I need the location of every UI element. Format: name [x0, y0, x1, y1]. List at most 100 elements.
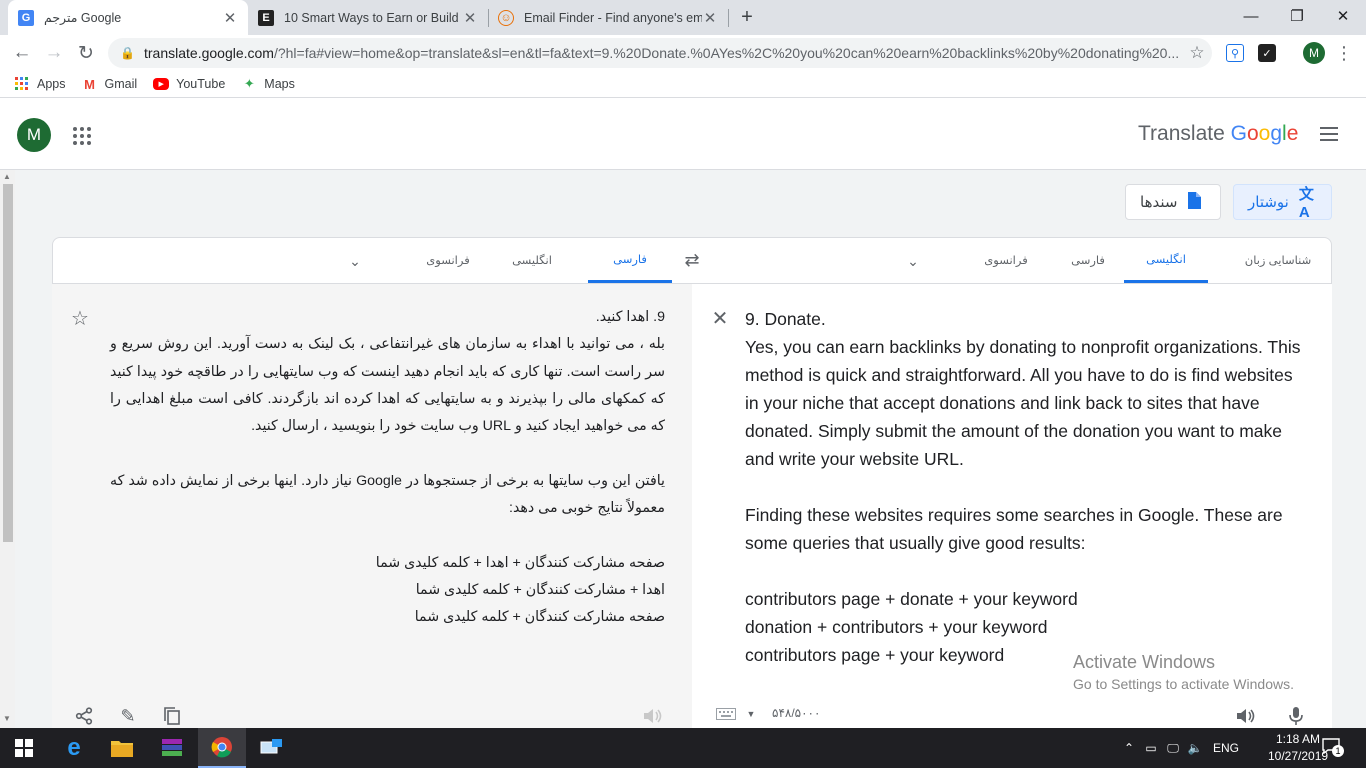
tab-google-translate[interactable]: G Google مترجم ✕ [8, 0, 248, 35]
documents-mode-button[interactable]: سندها [1125, 184, 1221, 220]
document-icon [1187, 191, 1202, 213]
clock-date: 10/27/2019 [1268, 749, 1329, 763]
extension-icon[interactable]: ⚲ [1226, 44, 1244, 62]
listen-translation-icon[interactable] [640, 704, 664, 728]
battery-icon[interactable]: ▭ [1140, 741, 1162, 755]
text-mode-button[interactable]: نوشتار 文A [1233, 184, 1332, 221]
volume-icon[interactable]: 🔈 [1184, 741, 1206, 755]
hamburger-menu-icon[interactable] [1320, 126, 1340, 142]
back-icon[interactable]: ← [8, 39, 36, 67]
source-lang-tab-english[interactable]: انگلیسی [1124, 237, 1208, 283]
microphone-icon[interactable] [1284, 704, 1308, 728]
watermark-subtitle: Go to Settings to activate Windows. [1073, 676, 1294, 692]
character-count: ۵۴۸/۵۰۰۰ [772, 706, 821, 720]
tab-smart-ways[interactable]: E 10 Smart Ways to Earn or Build B ✕ [248, 0, 488, 35]
save-star-icon[interactable]: ☆ [68, 306, 92, 330]
edit-pencil-icon[interactable]: ✎ [116, 704, 140, 728]
minimize-icon[interactable]: — [1228, 0, 1274, 32]
restore-icon[interactable]: ❐ [1274, 0, 1320, 32]
input-language[interactable]: ENG [1206, 741, 1246, 755]
target-lang-tab-french[interactable]: فرانسوی [412, 237, 484, 283]
forward-icon[interactable]: → [40, 39, 68, 67]
tab-separator [728, 9, 729, 27]
bookmark-label: Apps [37, 77, 66, 91]
copy-icon[interactable] [160, 704, 184, 728]
url-path: /?hl=fa#view=home&op=translate&sl=en&tl=… [273, 45, 1180, 61]
source-lang-tab-persian[interactable]: فارسی [1052, 237, 1124, 283]
translate-logo[interactable]: Translate Google [1138, 122, 1298, 146]
brand-letter: o [1258, 122, 1271, 145]
translate-icon: 文A [1298, 186, 1314, 221]
source-textarea[interactable]: 9. Donate. Yes, you can earn backlinks b… [745, 305, 1305, 669]
brand-google: Google [1231, 122, 1299, 145]
winrar-icon[interactable] [148, 728, 196, 768]
taskbar-clock[interactable]: 1:18 AM 10/27/2019 [1268, 731, 1328, 765]
clock-time: 1:18 AM [1275, 732, 1321, 746]
close-tab-icon[interactable]: ✕ [702, 9, 718, 27]
keyboard-icon[interactable] [714, 704, 738, 724]
bookmark-maps[interactable]: ✦ Maps [241, 76, 295, 92]
bookmark-gmail[interactable]: M Gmail [82, 76, 138, 92]
url-host: translate.google.com [144, 45, 274, 61]
close-tab-icon[interactable]: ✕ [462, 9, 478, 27]
clear-text-icon[interactable]: ✕ [708, 306, 732, 330]
tab-title: Google مترجم [44, 11, 122, 25]
close-window-icon[interactable]: ✕ [1320, 0, 1366, 32]
account-avatar[interactable]: M [17, 118, 51, 152]
watermark-title: Activate Windows [1073, 652, 1216, 672]
browser-menu-icon[interactable]: ⋮ [1330, 39, 1358, 67]
address-bar[interactable]: 🔒 translate.google.com/?hl=fa#view=home&… [108, 38, 1212, 68]
documents-label: سندها [1140, 194, 1178, 211]
chevron-down-icon[interactable]: ⌄ [342, 250, 368, 272]
source-lang-tab-french[interactable]: فرانسوی [970, 237, 1042, 283]
tab-title: Email Finder - Find anyone's ema [524, 10, 702, 25]
show-hidden-icons-icon[interactable]: ⌃ [1118, 741, 1140, 755]
person-icon: ☺ [498, 9, 514, 26]
chrome-taskbar-icon[interactable] [198, 728, 246, 768]
extension-check-icon[interactable]: ✓ [1258, 44, 1276, 62]
tab-email-finder[interactable]: ☺ Email Finder - Find anyone's ema ✕ [488, 0, 728, 35]
google-translate-icon: G [18, 9, 34, 26]
brand-letter: o [1246, 122, 1259, 145]
reload-icon[interactable]: ↻ [72, 39, 100, 67]
bookmark-apps[interactable]: Apps [14, 76, 66, 92]
tab-title: 10 Smart Ways to Earn or Build B [284, 10, 462, 25]
new-tab-icon[interactable]: + [730, 0, 764, 35]
input-tools-dropdown-icon[interactable]: ▼ [744, 704, 758, 724]
translation-output: 9. اهدا کنید. بله ، می توانید با اهداء ب… [110, 309, 665, 626]
profile-avatar[interactable]: M [1303, 42, 1325, 64]
notifications-icon[interactable]: 1 [1322, 738, 1344, 758]
detect-language-tab[interactable]: شناسایی زبان [1228, 237, 1328, 283]
scroll-down-icon[interactable]: ▼ [3, 714, 11, 723]
close-tab-icon[interactable]: ✕ [222, 9, 238, 27]
bookmark-star-icon[interactable]: ☆ [1182, 43, 1212, 63]
bookmark-label: Gmail [104, 77, 138, 91]
network-icon[interactable]: 🖵 [1162, 741, 1184, 756]
system-tray: ⌃ ▭ 🖵 🔈 ENG [1118, 728, 1246, 768]
scroll-up-icon[interactable]: ▲ [3, 172, 11, 181]
target-lang-tab-persian[interactable]: فارسی [588, 237, 672, 283]
apps-grid-icon [14, 76, 30, 92]
swap-languages-icon[interactable]: ⇄ [678, 248, 706, 272]
edge-browser-icon[interactable]: e [50, 728, 98, 768]
windows-start-icon[interactable] [0, 728, 48, 768]
url-text[interactable]: translate.google.com/?hl=fa#view=home&op… [144, 45, 1182, 61]
bookmark-youtube[interactable]: ▶ YouTube [153, 77, 225, 91]
target-lang-tab-english[interactable]: انگلیسی [496, 237, 568, 283]
listen-source-icon[interactable] [1233, 704, 1257, 728]
text-mode-label: نوشتار [1248, 194, 1289, 211]
network-app-icon[interactable] [248, 728, 296, 768]
brand-letter: e [1286, 122, 1299, 145]
bookmark-label: Maps [264, 77, 295, 91]
lock-icon: 🔒 [120, 46, 135, 60]
gmail-icon: M [84, 76, 95, 92]
scrollbar-thumb[interactable] [3, 184, 13, 542]
brand-word: Translate [1138, 122, 1225, 145]
google-apps-icon[interactable] [72, 126, 92, 146]
maps-icon: ✦ [243, 76, 255, 91]
share-icon[interactable] [72, 704, 96, 728]
bookmarks-bar: Apps M Gmail ▶ YouTube ✦ Maps [0, 71, 1366, 98]
youtube-icon: ▶ [153, 78, 170, 90]
file-explorer-icon[interactable] [98, 728, 146, 768]
chevron-down-icon[interactable]: ⌄ [900, 250, 926, 272]
